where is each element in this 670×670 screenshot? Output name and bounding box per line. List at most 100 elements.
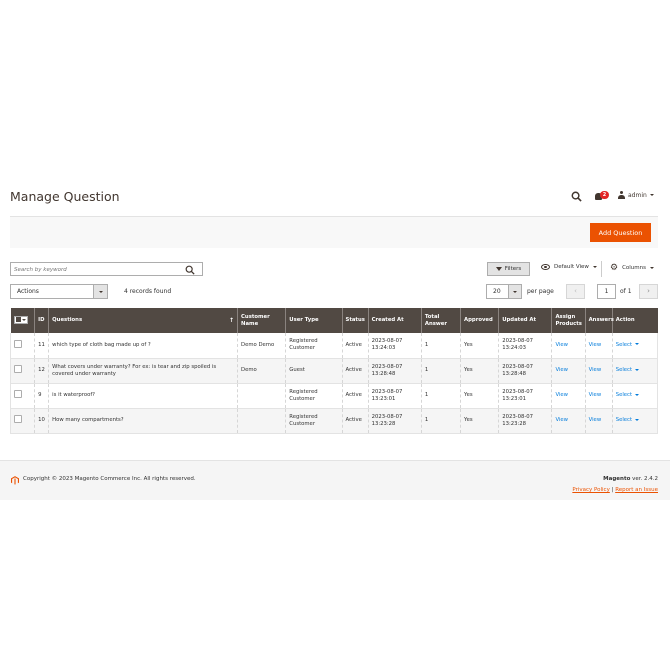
keyword-search <box>10 262 203 276</box>
cell-question: How many compartments? <box>48 408 238 434</box>
assign-products-view-link[interactable]: View <box>555 367 568 373</box>
funnel-icon <box>495 267 502 271</box>
previous-page-button[interactable]: ‹ <box>566 284 585 299</box>
row-action-select[interactable]: Select <box>616 367 640 373</box>
keyword-search-input[interactable] <box>14 264 174 275</box>
cell-approved: Yes <box>460 333 499 359</box>
row-checkbox[interactable] <box>14 365 22 373</box>
chevron-down-icon <box>513 290 517 293</box>
cell-status: Active <box>341 333 369 359</box>
cell-question: is it waterproof? <box>48 383 238 409</box>
version-text: ver. 2.4.2 <box>630 476 658 482</box>
cell-status: Active <box>341 408 369 434</box>
assign-products-view-link[interactable]: View <box>555 392 568 398</box>
records-count: 4 records found <box>124 288 172 295</box>
table-row: 12 What covers under warranty? For ex: i… <box>9 358 659 384</box>
cell-updated-at: 2023-08-07 13:23:01 <box>498 383 552 409</box>
cell-status: Active <box>341 358 369 384</box>
column-header-user-type[interactable]: User Type <box>285 308 343 333</box>
cell-approved: Yes <box>460 358 499 384</box>
chevron-down-icon <box>635 368 640 371</box>
magento-logo-icon <box>11 476 19 485</box>
actions-label: Actions <box>17 288 39 295</box>
column-header-created-at[interactable]: Created At <box>367 308 422 333</box>
assign-products-view-link[interactable]: View <box>555 342 568 348</box>
cell-customer: Demo <box>237 358 286 384</box>
row-checkbox[interactable] <box>14 390 22 398</box>
columns-label: Columns <box>622 265 647 271</box>
columns-selector[interactable]: ⚙ Columns <box>610 263 655 273</box>
cell-id: 9 <box>34 383 49 409</box>
cell-id: 11 <box>34 333 49 359</box>
column-header-total-answer[interactable]: Total Answer <box>420 308 461 333</box>
answers-view-link[interactable]: View <box>589 392 602 398</box>
cell-created-at: 2023-08-07 13:24:03 <box>367 333 422 359</box>
search-icon[interactable] <box>185 265 195 275</box>
cell-approved: Yes <box>460 408 499 434</box>
questions-grid: ID Questions ↑ Customer Name User Type St… <box>9 308 659 434</box>
filters-button[interactable]: Filters <box>487 262 530 276</box>
admin-username: admin <box>628 191 647 199</box>
cell-total-answer: 1 <box>420 333 461 359</box>
privacy-policy-link[interactable]: Privacy Policy <box>572 487 609 493</box>
page-title: Manage Question <box>10 189 120 204</box>
notifications-badge: 2 <box>600 191 609 199</box>
column-header-approved[interactable]: Approved <box>460 308 499 333</box>
per-page-label: per page <box>527 288 554 295</box>
cell-total-answer: 1 <box>420 408 461 434</box>
cell-total-answer: 1 <box>420 358 461 384</box>
sort-arrow-icon: ↑ <box>229 317 235 324</box>
page-actions-bar <box>10 216 658 248</box>
column-header-id[interactable]: ID <box>34 308 49 333</box>
row-checkbox[interactable] <box>14 415 22 423</box>
cell-total-answer: 1 <box>420 383 461 409</box>
mass-select-checkbox[interactable] <box>13 315 28 324</box>
cell-user-type: Guest <box>285 358 343 384</box>
view-label: Default View <box>554 264 589 270</box>
assign-products-view-link[interactable]: View <box>555 417 568 423</box>
row-action-select[interactable]: Select <box>616 417 640 423</box>
column-header-questions[interactable]: Questions ↑ <box>48 308 238 333</box>
cell-user-type: Registered Customer <box>285 383 343 409</box>
cell-status: Active <box>341 383 369 409</box>
view-selector[interactable]: Default View <box>541 264 597 270</box>
per-page-select[interactable]: 20 <box>486 284 522 299</box>
row-action-select[interactable]: Select <box>616 342 640 348</box>
gear-icon: ⚙ <box>610 263 619 273</box>
notifications-bell-icon[interactable]: 2 <box>595 191 609 203</box>
answers-view-link[interactable]: View <box>589 342 602 348</box>
brand-name: Magento <box>603 476 631 482</box>
table-row: 10 How many compartments? Registered Cus… <box>9 408 659 434</box>
add-question-button[interactable]: Add Question <box>590 223 651 242</box>
cell-id: 10 <box>34 408 49 434</box>
cell-created-at: 2023-08-07 13:28:48 <box>367 358 422 384</box>
mass-select-header[interactable] <box>10 308 35 333</box>
table-row: 11 which type of cloth bag made up of ? … <box>9 333 659 359</box>
report-issue-link[interactable]: Report an Issue <box>615 487 658 493</box>
next-page-button[interactable]: › <box>639 284 658 299</box>
admin-user-menu[interactable]: admin <box>618 191 654 199</box>
footer-links: Privacy Policy | Report an Issue <box>572 487 658 493</box>
cell-updated-at: 2023-08-07 13:24:03 <box>498 333 552 359</box>
cell-question: which type of cloth bag made up of ? <box>48 333 238 359</box>
chevron-down-icon <box>98 290 103 293</box>
chevron-down-icon <box>635 418 640 421</box>
cell-created-at: 2023-08-07 13:23:01 <box>367 383 422 409</box>
global-search-icon[interactable] <box>571 191 582 202</box>
page-total: of 1 <box>620 288 632 295</box>
table-row: 9 is it waterproof? Registered Customer … <box>9 383 659 409</box>
page-number-input[interactable]: 1 <box>597 284 616 299</box>
cell-customer <box>237 383 286 409</box>
divider <box>601 261 602 277</box>
row-action-select[interactable]: Select <box>616 392 640 398</box>
answers-view-link[interactable]: View <box>589 417 602 423</box>
answers-view-link[interactable]: View <box>589 367 602 373</box>
mass-actions-dropdown[interactable]: Actions <box>10 284 108 299</box>
cell-user-type: Registered Customer <box>285 408 343 434</box>
row-checkbox[interactable] <box>14 339 22 348</box>
column-header-updated-at[interactable]: Updated At <box>498 308 552 333</box>
cell-user-type: Registered Customer <box>285 333 343 359</box>
cell-updated-at: 2023-08-07 13:28:48 <box>498 358 552 384</box>
column-header-status[interactable]: Status <box>341 308 369 333</box>
column-header-customer-name[interactable]: Customer Name <box>237 308 286 333</box>
